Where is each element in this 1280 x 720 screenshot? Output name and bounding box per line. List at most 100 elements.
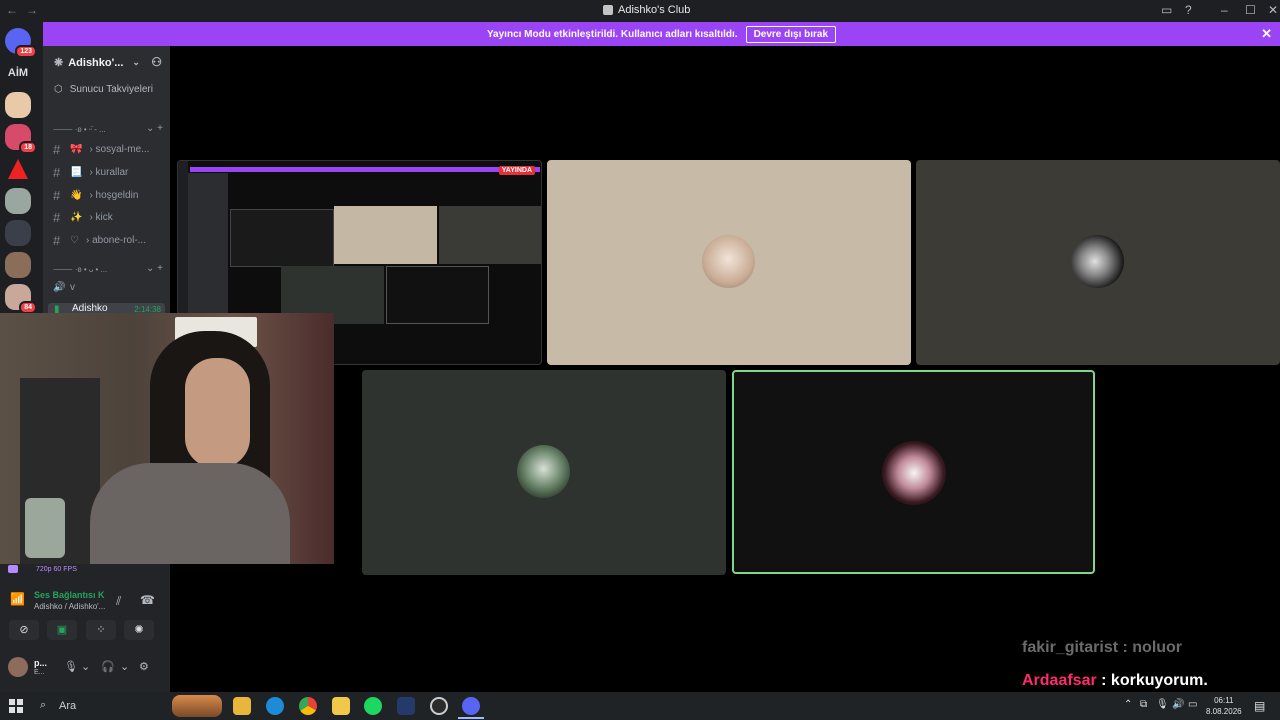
channel-label: › kurallar xyxy=(89,167,129,178)
window-titlebar: ←→ Adishko's Club ▭ ? – ☐ ✕ xyxy=(0,0,1280,22)
camera-off-button[interactable]: ⊘ xyxy=(9,620,39,640)
clock-date: 8.08.2026 xyxy=(1206,707,1242,716)
server-robot[interactable] xyxy=(5,188,31,214)
voice-channel-v[interactable]: 🔊 v xyxy=(53,282,165,293)
system-clock[interactable]: 06:11 8.08.2026 xyxy=(1206,695,1242,717)
participant-tile-3[interactable] xyxy=(362,370,726,575)
category-2[interactable]: ⸻ ·ʚ • ᴗ • ... ⌄ + xyxy=(53,263,165,275)
nested-banner xyxy=(190,167,540,172)
screen-share-button[interactable]: ▣ xyxy=(47,620,77,640)
soundboard-button[interactable]: ✺ xyxy=(124,620,154,640)
server-aim[interactable]: AİM xyxy=(5,60,31,86)
category-2-label: ⸻ ·ʚ • ᴗ • ... xyxy=(53,265,108,274)
disconnect-icon[interactable]: ☎ xyxy=(140,593,155,607)
stream-preview-icon xyxy=(8,565,18,573)
notification-icon[interactable]: ▤ xyxy=(1254,699,1265,713)
inbox-icon[interactable]: ▭ xyxy=(1161,3,1172,17)
taskbar-search[interactable]: ⌕ Ara xyxy=(32,695,222,717)
microphone-tray-icon[interactable]: 🎙 xyxy=(1156,699,1169,710)
add-user-icon[interactable]: ⚇ xyxy=(151,55,162,69)
home-badge: 123 xyxy=(15,45,37,58)
text-channel-icon: # xyxy=(53,142,61,157)
server-food[interactable] xyxy=(5,252,31,278)
chevron-down-icon[interactable]: ⌄ xyxy=(120,660,129,673)
text-channel-icon: # xyxy=(53,210,61,225)
channel-kick[interactable]: # ✨ › kick xyxy=(53,210,165,225)
add-channel-icon[interactable]: ⌄ + xyxy=(146,263,163,274)
window-title-text: Adishko's Club xyxy=(618,4,691,16)
channel-emoji: ✨ xyxy=(70,212,83,223)
chrome-icon[interactable] xyxy=(299,697,317,715)
red-a-icon xyxy=(8,159,28,179)
server-red[interactable] xyxy=(5,156,31,182)
windows-start-icon[interactable] xyxy=(9,699,23,713)
network-icon[interactable]: ▭ xyxy=(1188,699,1197,710)
chat-user: Ardaafsar xyxy=(1022,672,1097,689)
voice-location[interactable]: Adishko / Adishko'... xyxy=(34,602,105,611)
category-1[interactable]: ⸻ ·ʚ • ᵕ̈ - ... ⌄ + xyxy=(53,123,165,135)
volume-icon[interactable]: 🔊 xyxy=(1172,699,1184,710)
jar xyxy=(25,498,65,558)
channel-label: › sosyal-me... xyxy=(89,144,150,155)
noise-suppression-icon[interactable]: ⫽ xyxy=(116,594,121,609)
spotify-icon[interactable] xyxy=(364,697,382,715)
search-icon: ⌕ xyxy=(40,699,47,711)
nested-tile-1 xyxy=(334,206,437,264)
minimize-icon[interactable]: – xyxy=(1221,3,1228,17)
channel-hosgeldin[interactable]: # 👋 › hoşgeldin xyxy=(53,188,165,203)
server-84[interactable]: 84 xyxy=(5,284,37,314)
signal-icon[interactable]: 📶 xyxy=(10,592,25,606)
server-boosts[interactable]: ⬡ Sunucu Takviyeleri xyxy=(54,84,153,95)
chevron-down-icon[interactable]: ⌄ xyxy=(81,660,90,673)
tray-app-icon[interactable]: ⧉ xyxy=(1140,699,1147,710)
activities-button[interactable]: ⁘ xyxy=(86,620,116,640)
channel-emoji: 📃 xyxy=(70,167,83,178)
microphone-icon[interactable]: 🎙 xyxy=(64,660,78,673)
chat-message: Ardaafsar : korkuyorum. xyxy=(1022,672,1208,690)
gear-icon[interactable]: ⚙ xyxy=(139,660,149,673)
home-button[interactable]: 123 xyxy=(5,28,37,58)
disable-streamer-mode-button[interactable]: Devre dışı bırak xyxy=(745,25,837,43)
close-banner-icon[interactable]: ✕ xyxy=(1261,26,1272,42)
clock-time: 06:11 xyxy=(1214,696,1234,705)
channel-kurallar[interactable]: # 📃 › kurallar xyxy=(53,165,165,180)
record-icon[interactable] xyxy=(430,697,448,715)
participant-tile-1[interactable] xyxy=(547,160,911,365)
live-badge: YAYINDA xyxy=(498,166,535,175)
stream-quality: 720p 60 FPS xyxy=(36,566,77,573)
participant-tile-2[interactable] xyxy=(916,160,1280,365)
close-window-icon[interactable]: ✕ xyxy=(1268,3,1278,17)
taskbar: ⌕ Ara ⌃ ⧉ 🎙 🔊 ▭ 06:11 8.08.2026 ▤ xyxy=(0,692,1280,720)
server-18[interactable]: 18 xyxy=(5,124,37,154)
user-name: p... xyxy=(34,658,47,668)
help-icon[interactable]: ? xyxy=(1185,3,1192,17)
notes-icon[interactable] xyxy=(332,697,350,715)
participant-tile-speaking[interactable] xyxy=(732,370,1095,574)
headphones-icon[interactable]: 🎧 xyxy=(101,660,115,673)
add-channel-icon[interactable]: ⌄ + xyxy=(146,123,163,134)
chat-text: korkuyorum. xyxy=(1110,672,1208,689)
file-explorer-icon[interactable] xyxy=(233,697,251,715)
server-header[interactable]: ❋ Adishko'... ⌄ ⚇ xyxy=(54,55,170,69)
server-dark[interactable] xyxy=(5,220,31,246)
back-forward-icon[interactable]: ←→ xyxy=(6,3,46,17)
edge-icon[interactable] xyxy=(266,697,284,715)
boost-label: Sunucu Takviyeleri xyxy=(69,84,153,95)
avatar[interactable] xyxy=(8,657,28,677)
boost-icon: ⬡ xyxy=(54,84,63,95)
server-anime[interactable] xyxy=(5,92,31,118)
server-badge-icon: ❋ xyxy=(54,57,64,69)
speaker-icon: 🔊 xyxy=(53,282,66,293)
discord-icon[interactable] xyxy=(462,697,480,715)
channel-emoji: ♡ xyxy=(70,235,79,246)
search-placeholder: Ara xyxy=(59,700,77,712)
tray-chevron-icon[interactable]: ⌃ xyxy=(1124,699,1132,710)
obs-icon[interactable] xyxy=(397,697,415,715)
user-panel: p... E... 🎙 ⌄ 🎧 ⌄ ⚙ xyxy=(6,656,166,680)
server-icon xyxy=(603,5,613,15)
nested-screen xyxy=(230,209,334,267)
streamer-mode-banner: Yayıncı Modu etkinleştirildi. Kullanıcı … xyxy=(43,22,1280,46)
channel-sosyal-medya[interactable]: # 🎀 › sosyal-me... xyxy=(53,142,165,157)
maximize-icon[interactable]: ☐ xyxy=(1245,3,1256,17)
channel-abone-rol[interactable]: # ♡ › abone-rol-... xyxy=(53,233,165,248)
